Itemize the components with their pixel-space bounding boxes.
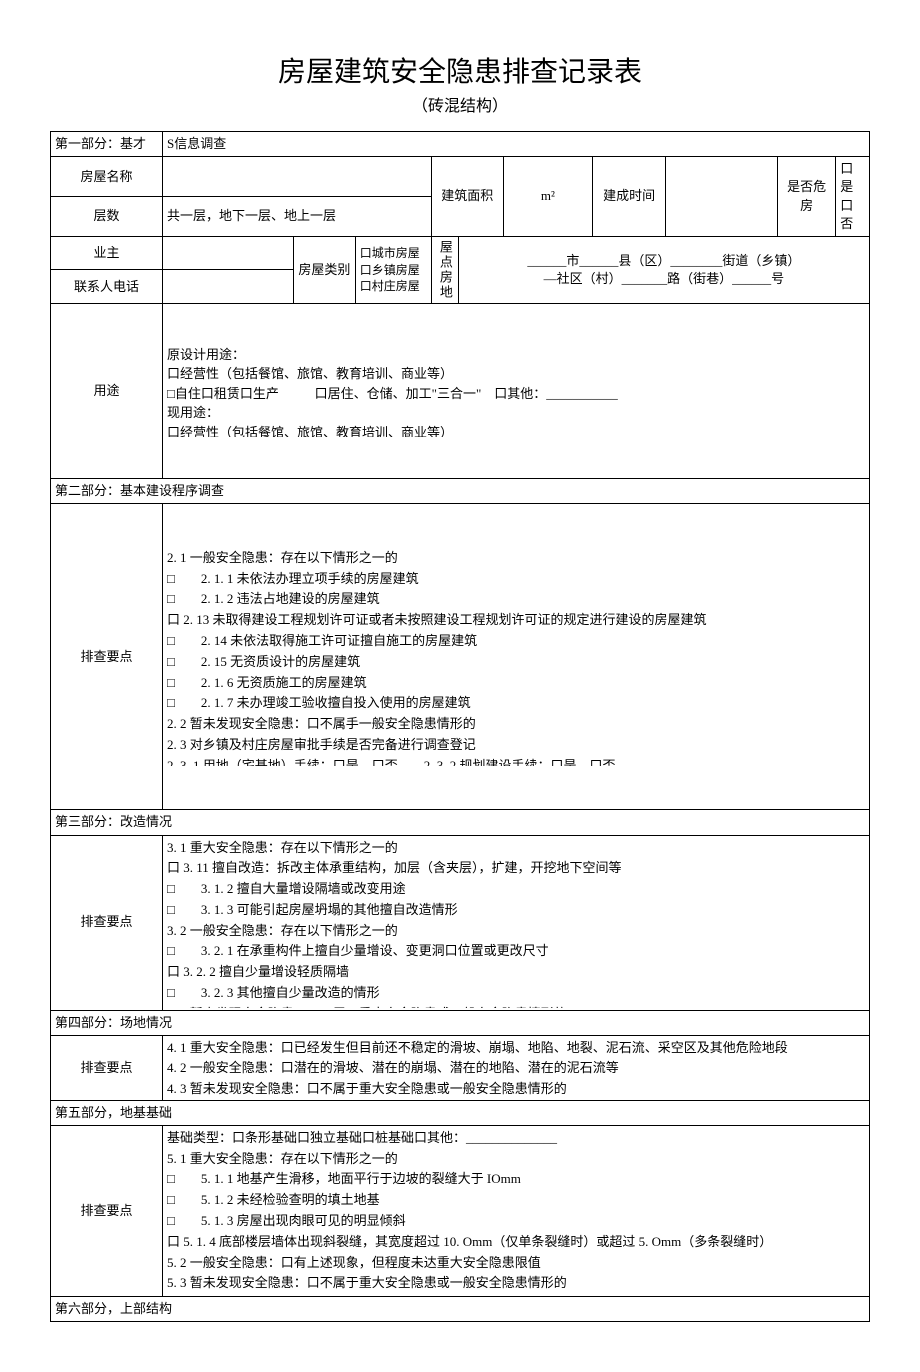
part5-content[interactable]: 基础类型：口条形基础口独立基础口桩基础口其他：______________ 5.…: [163, 1125, 870, 1296]
part4-header: 第四部分：场地情况: [51, 1010, 870, 1035]
dangerous-opts[interactable]: 口是 口否: [836, 157, 870, 237]
floor-count-field[interactable]: 共一层，地下一层、地上一层: [163, 197, 432, 237]
part2-label: 排查要点: [51, 504, 163, 810]
part2-content[interactable]: 2. 1 一般安全隐患：存在以下情形之一的 □ 2. 1. 1 未依法办理立项手…: [163, 504, 870, 810]
part1-header-b: S信息调查: [163, 132, 870, 157]
building-area-label: 建筑面积: [431, 157, 503, 237]
house-type-label: 房屋类别: [294, 236, 356, 303]
page-subtitle: （砖混结构）: [50, 92, 870, 116]
part3-label: 排查要点: [51, 835, 163, 1010]
contact-label: 联系人电话: [51, 270, 163, 304]
floor-count-label: 层数: [51, 197, 163, 237]
build-time-field[interactable]: [666, 157, 778, 237]
dangerous-label: 是否危房: [778, 157, 836, 237]
inspection-form: 第一部分：基才 S信息调查 房屋名称 建筑面积 m² 建成时间 是否危房 口是 …: [50, 131, 870, 1322]
part1-header-a: 第一部分：基才: [51, 132, 163, 157]
purpose-field[interactable]: 原设计用途： 口经营性（包括餐馆、旅馆、教育培训、商业等） □自住口租赁口生产 …: [163, 303, 870, 478]
location-vert-label: 屋点房地: [431, 236, 458, 303]
part3-content[interactable]: 3. 1 重大安全隐患：存在以下情形之一的 口 3. 11 擅自改造：拆改主体承…: [163, 835, 870, 1010]
house-name-label: 房屋名称: [51, 157, 163, 197]
part4-label: 排查要点: [51, 1035, 163, 1100]
house-type-opts[interactable]: 口城市房屋 口乡镇房屋 口村庄房屋: [355, 236, 431, 303]
contact-field[interactable]: [163, 270, 294, 304]
location-field[interactable]: ______市______县（区）________街道（乡镇） —社区（村）__…: [458, 236, 869, 303]
build-time-label: 建成时间: [593, 157, 666, 237]
part2-header: 第二部分：基本建设程序调查: [51, 478, 870, 503]
part5-label: 排查要点: [51, 1125, 163, 1296]
page-title: 房屋建筑安全隐患排查记录表: [50, 50, 870, 90]
owner-label: 业主: [51, 236, 163, 270]
purpose-label: 用途: [51, 303, 163, 478]
owner-field[interactable]: [163, 236, 294, 270]
part3-header: 第三部分：改造情况: [51, 810, 870, 835]
part5-header: 第五部分，地基基础: [51, 1100, 870, 1125]
part4-content[interactable]: 4. 1 重大安全隐患：口已经发生但目前还不稳定的滑坡、崩塌、地陷、地裂、泥石流…: [163, 1035, 870, 1100]
house-name-field[interactable]: [163, 157, 432, 197]
building-area-field[interactable]: m²: [503, 157, 593, 237]
